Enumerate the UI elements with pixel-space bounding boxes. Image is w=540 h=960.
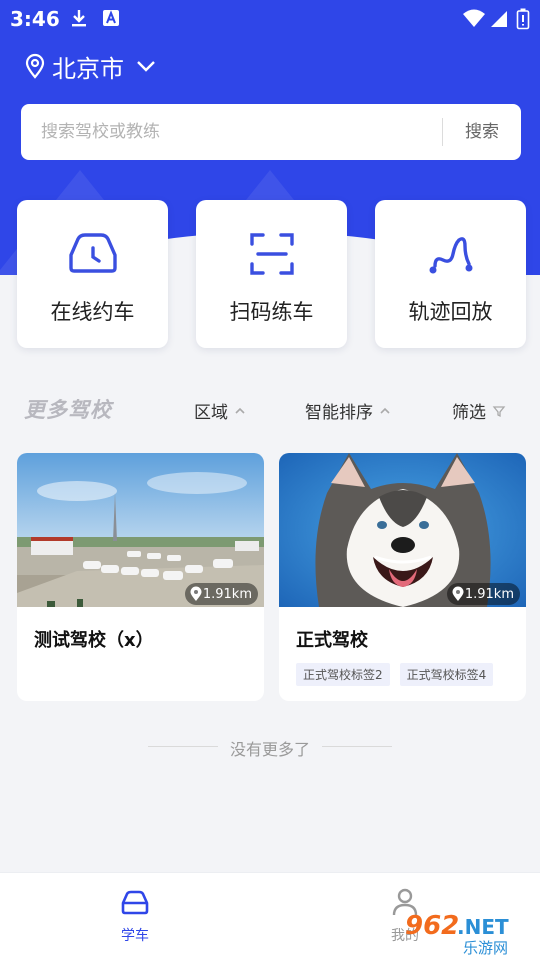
status-bar: 3:46 <box>0 0 540 36</box>
divider-line <box>148 746 218 747</box>
distance-text: 1.91km <box>202 586 252 602</box>
battery-icon <box>516 8 530 30</box>
search-input[interactable] <box>41 116 421 148</box>
school-list: 1.91km 测试驾校（x） 1.91km 正式驾校 正式驾校标签2 正式驾校标… <box>0 436 540 872</box>
watermark-logo: 962 .NET 乐游网 <box>403 910 535 957</box>
track-path-icon <box>429 237 472 274</box>
divider-line <box>322 746 392 747</box>
distance-badge: 1.91km <box>446 583 520 605</box>
quick-action-track-playback[interactable]: 轨迹回放 <box>375 200 526 348</box>
filter-icon <box>492 405 506 417</box>
filter-label: 筛选 <box>452 403 486 423</box>
filter-sort[interactable]: 智能排序 <box>305 398 391 423</box>
school-card[interactable]: 1.91km 正式驾校 正式驾校标签2 正式驾校标签4 <box>279 453 526 701</box>
school-tag: 正式驾校标签4 <box>399 663 494 686</box>
list-end-indicator: 没有更多了 <box>0 736 540 760</box>
filter-label: 区域 <box>194 403 228 423</box>
filter-region[interactable]: 区域 <box>194 398 246 423</box>
font-app-icon <box>103 10 119 26</box>
tab-label: 学车 <box>121 928 149 944</box>
scan-frame-icon <box>249 233 294 275</box>
location-pin-icon <box>25 53 45 79</box>
school-name: 测试驾校（x） <box>34 630 154 651</box>
city-label: 北京市 <box>52 54 124 83</box>
search-button[interactable]: 搜索 <box>443 104 521 160</box>
svg-text:.NET: .NET <box>457 915 509 939</box>
quick-action-scan-practice[interactable]: 扫码练车 <box>196 200 347 348</box>
svg-text:乐游网: 乐游网 <box>463 939 508 956</box>
location-pin-icon <box>190 586 202 601</box>
school-name: 正式驾校 <box>296 630 368 651</box>
filter-label: 智能排序 <box>305 403 373 423</box>
car-clock-icon <box>68 233 117 273</box>
filter-bar: 更多驾校 区域 智能排序 筛选 <box>0 384 540 436</box>
download-icon <box>72 10 86 27</box>
signal-icon <box>491 11 507 27</box>
tab-learn-driving[interactable]: 学车 <box>95 887 175 945</box>
location-pin-icon <box>452 586 464 601</box>
school-tags: 正式驾校标签2 正式驾校标签4 <box>296 663 503 686</box>
quick-action-label: 扫码练车 <box>229 300 314 324</box>
wifi-icon <box>463 9 485 27</box>
svg-text:962: 962 <box>405 911 459 941</box>
chevron-up-icon <box>235 407 245 414</box>
quick-action-label: 轨迹回放 <box>408 300 493 324</box>
distance-text: 1.91km <box>464 586 514 602</box>
city-selector[interactable]: 北京市 <box>24 50 156 83</box>
quick-action-online-booking[interactable]: 在线约车 <box>17 200 168 348</box>
distance-badge: 1.91km <box>184 583 258 605</box>
filter-screen[interactable]: 筛选 <box>452 398 506 423</box>
search-bar: 搜索 <box>21 104 521 160</box>
status-time: 3:46 <box>10 7 60 31</box>
car-icon <box>121 890 149 915</box>
school-card[interactable]: 1.91km 测试驾校（x） <box>17 453 264 701</box>
chevron-up-icon <box>380 407 390 414</box>
chevron-down-icon <box>137 61 155 72</box>
school-tag: 正式驾校标签2 <box>296 663 390 686</box>
section-title: 更多驾校 <box>24 398 112 422</box>
quick-action-label: 在线约车 <box>50 300 135 324</box>
list-end-text: 没有更多了 <box>229 740 310 759</box>
